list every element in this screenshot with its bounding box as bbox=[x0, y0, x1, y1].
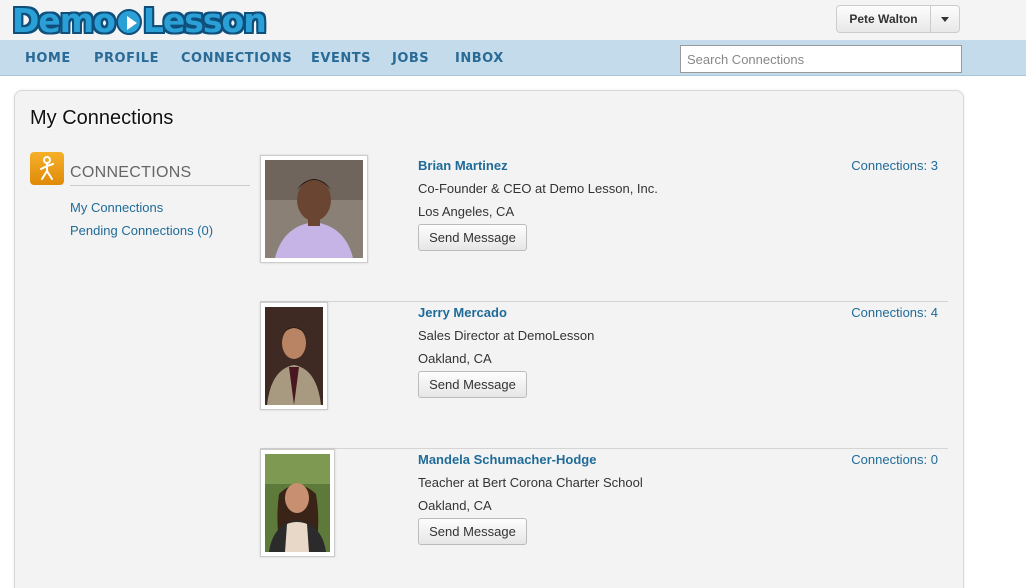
connection-count-link[interactable]: Connections: 3 bbox=[851, 158, 938, 173]
nav-home[interactable]: HOME bbox=[25, 51, 71, 66]
send-message-button[interactable]: Send Message bbox=[418, 224, 527, 251]
avatar bbox=[265, 307, 323, 405]
connection-title: Co-Founder & CEO at Demo Lesson, Inc. bbox=[418, 181, 658, 196]
connection-name-link[interactable]: Brian Martinez bbox=[418, 158, 508, 173]
sidebar-link-pending-connections[interactable]: Pending Connections (0) bbox=[70, 223, 213, 238]
caret-down-icon bbox=[941, 16, 949, 22]
search-connections-input[interactable] bbox=[680, 45, 962, 73]
connection-count-link[interactable]: Connections: 0 bbox=[851, 452, 938, 467]
connections-icon bbox=[30, 152, 64, 185]
play-icon bbox=[115, 9, 142, 35]
profile-photo[interactable] bbox=[260, 155, 368, 263]
sidebar-link-my-connections[interactable]: My Connections bbox=[70, 200, 163, 215]
connection-card: Mandela Schumacher-Hodge Teacher at Bert… bbox=[260, 449, 948, 588]
profile-photo[interactable] bbox=[260, 449, 335, 557]
top-bar: Demo Lesson Pete Walton bbox=[0, 0, 1026, 40]
connection-location: Oakland, CA bbox=[418, 498, 492, 513]
user-menu-dropdown-toggle[interactable] bbox=[931, 6, 959, 32]
connection-title: Sales Director at DemoLesson bbox=[418, 328, 595, 343]
nav-connections[interactable]: CONNECTIONS bbox=[181, 51, 292, 66]
connection-card: Jerry Mercado Sales Director at DemoLess… bbox=[260, 302, 948, 449]
connection-name-link[interactable]: Mandela Schumacher-Hodge bbox=[418, 452, 596, 467]
nav-jobs[interactable]: JOBS bbox=[392, 51, 429, 66]
connection-name-link[interactable]: Jerry Mercado bbox=[418, 305, 507, 320]
sidebar-heading: CONNECTIONS bbox=[70, 164, 250, 186]
avatar bbox=[265, 454, 330, 552]
send-message-button[interactable]: Send Message bbox=[418, 518, 527, 545]
demolesson-logo[interactable]: Demo Lesson bbox=[12, 1, 267, 40]
connection-count-link[interactable]: Connections: 4 bbox=[851, 305, 938, 320]
nav-inbox[interactable]: INBOX bbox=[455, 51, 504, 66]
send-message-button[interactable]: Send Message bbox=[418, 371, 527, 398]
nav-profile[interactable]: PROFILE bbox=[94, 51, 159, 66]
connection-title: Teacher at Bert Corona Charter School bbox=[418, 475, 643, 490]
connection-location: Los Angeles, CA bbox=[418, 204, 515, 219]
profile-photo[interactable] bbox=[260, 302, 328, 410]
main-nav: HOME PROFILE CONNECTIONS EVENTS JOBS INB… bbox=[0, 40, 1026, 76]
nav-events[interactable]: EVENTS bbox=[311, 51, 371, 66]
connection-card: Brian Martinez Co-Founder & CEO at Demo … bbox=[260, 155, 948, 302]
page-title: My Connections bbox=[30, 107, 174, 129]
user-menu[interactable]: Pete Walton bbox=[836, 5, 960, 33]
user-name-button[interactable]: Pete Walton bbox=[837, 6, 931, 32]
connection-location: Oakland, CA bbox=[418, 351, 492, 366]
avatar bbox=[265, 160, 363, 258]
